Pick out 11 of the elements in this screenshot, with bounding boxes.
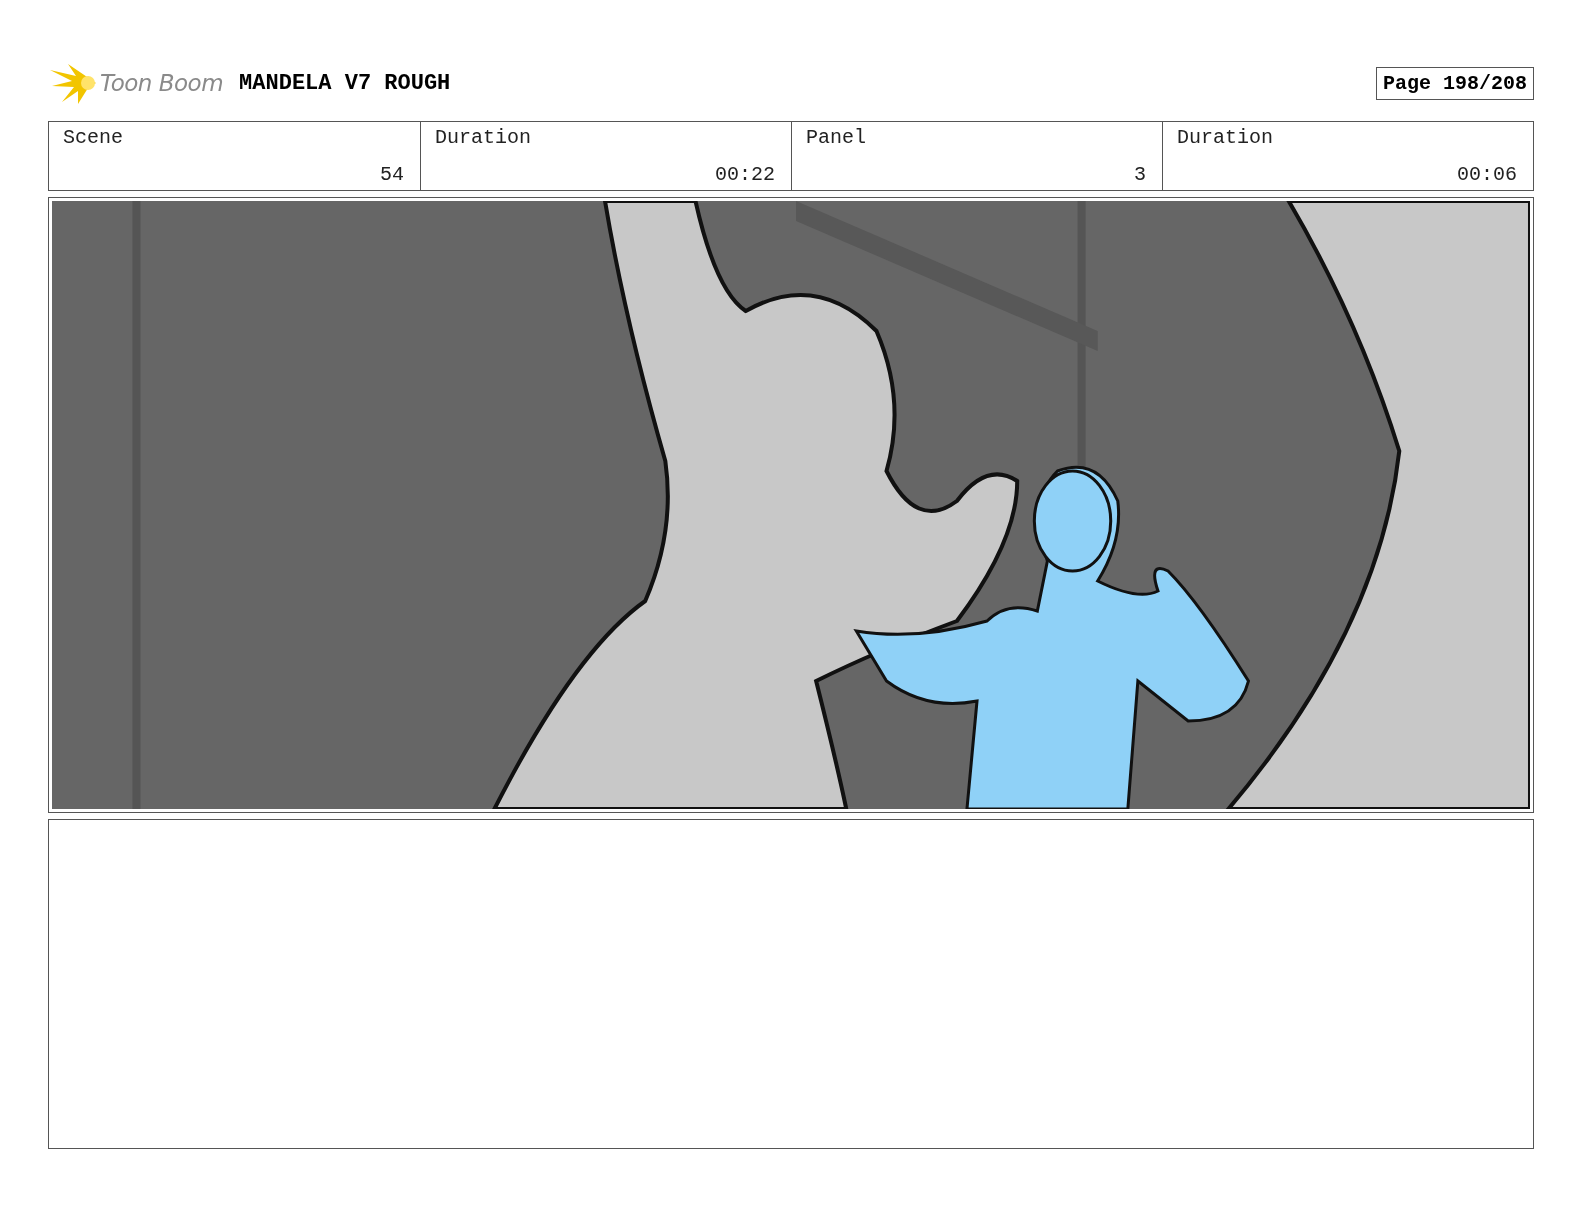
project-title: MANDELA V7 ROUGH: [239, 70, 451, 96]
field-value: 54: [380, 163, 404, 186]
field-label: Scene: [63, 126, 123, 149]
logo-text: Toon Boom: [100, 70, 224, 96]
page-number: Page 198/208: [1375, 66, 1534, 100]
field-value: 00:22: [715, 163, 775, 186]
field-label: Duration: [435, 126, 531, 149]
field-label: Panel: [806, 126, 866, 149]
field-value: 00:06: [1457, 163, 1517, 186]
field-label: Duration: [1177, 126, 1273, 149]
field-value: 3: [1134, 163, 1146, 186]
